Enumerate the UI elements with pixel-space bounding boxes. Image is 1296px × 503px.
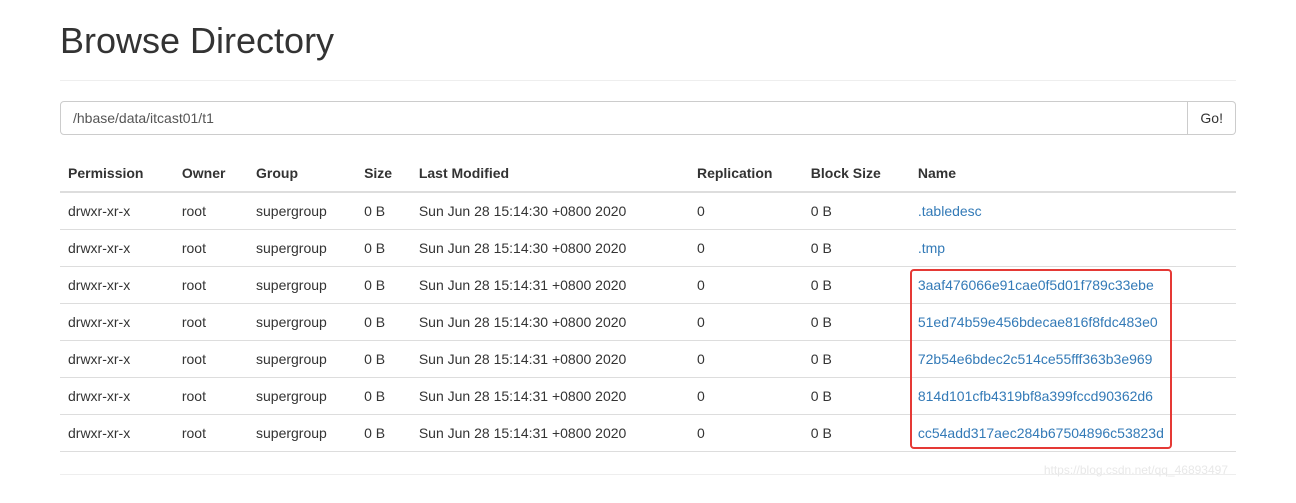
cell-owner: root <box>174 192 248 230</box>
cell-last_modified: Sun Jun 28 15:14:31 +0800 2020 <box>411 341 689 378</box>
cell-replication: 0 <box>689 230 803 267</box>
cell-permission: drwxr-xr-x <box>60 192 174 230</box>
cell-group: supergroup <box>248 304 356 341</box>
cell-owner: root <box>174 267 248 304</box>
cell-name: .tabledesc <box>910 192 1236 230</box>
col-block-size: Block Size <box>803 155 910 192</box>
cell-size: 0 B <box>356 415 411 452</box>
col-last-modified: Last Modified <box>411 155 689 192</box>
cell-last_modified: Sun Jun 28 15:14:31 +0800 2020 <box>411 267 689 304</box>
cell-owner: root <box>174 341 248 378</box>
cell-group: supergroup <box>248 267 356 304</box>
col-replication: Replication <box>689 155 803 192</box>
col-name: Name <box>910 155 1236 192</box>
cell-replication: 0 <box>689 304 803 341</box>
cell-permission: drwxr-xr-x <box>60 341 174 378</box>
cell-block_size: 0 B <box>803 378 910 415</box>
cell-block_size: 0 B <box>803 415 910 452</box>
cell-group: supergroup <box>248 341 356 378</box>
cell-size: 0 B <box>356 304 411 341</box>
cell-block_size: 0 B <box>803 304 910 341</box>
path-input-row: Go! <box>60 101 1236 135</box>
cell-owner: root <box>174 415 248 452</box>
cell-size: 0 B <box>356 267 411 304</box>
table-row: drwxr-xr-xrootsupergroup0 BSun Jun 28 15… <box>60 192 1236 230</box>
go-button[interactable]: Go! <box>1188 101 1236 135</box>
cell-group: supergroup <box>248 192 356 230</box>
cell-last_modified: Sun Jun 28 15:14:30 +0800 2020 <box>411 192 689 230</box>
file-link[interactable]: 51ed74b59e456bdecae816f8fdc483e0 <box>918 314 1158 330</box>
path-input[interactable] <box>60 101 1188 135</box>
cell-name: 814d101cfb4319bf8a399fccd90362d6 <box>910 378 1236 415</box>
cell-size: 0 B <box>356 230 411 267</box>
cell-group: supergroup <box>248 378 356 415</box>
cell-name: 51ed74b59e456bdecae816f8fdc483e0 <box>910 304 1236 341</box>
table-row: drwxr-xr-xrootsupergroup0 BSun Jun 28 15… <box>60 415 1236 452</box>
cell-name: 3aaf476066e91cae0f5d01f789c33ebe <box>910 267 1236 304</box>
cell-last_modified: Sun Jun 28 15:14:30 +0800 2020 <box>411 304 689 341</box>
file-link[interactable]: .tabledesc <box>918 203 982 219</box>
file-link[interactable]: cc54add317aec284b67504896c53823d <box>918 425 1164 441</box>
cell-replication: 0 <box>689 341 803 378</box>
table-wrapper: Permission Owner Group Size Last Modifie… <box>60 155 1236 475</box>
col-size: Size <box>356 155 411 192</box>
cell-block_size: 0 B <box>803 230 910 267</box>
file-link[interactable]: 72b54e6bdec2c514ce55fff363b3e969 <box>918 351 1153 367</box>
file-link[interactable]: .tmp <box>918 240 945 256</box>
cell-permission: drwxr-xr-x <box>60 230 174 267</box>
directory-table: Permission Owner Group Size Last Modifie… <box>60 155 1236 452</box>
table-row: drwxr-xr-xrootsupergroup0 BSun Jun 28 15… <box>60 304 1236 341</box>
divider <box>60 80 1236 81</box>
table-row: drwxr-xr-xrootsupergroup0 BSun Jun 28 15… <box>60 378 1236 415</box>
cell-permission: drwxr-xr-x <box>60 267 174 304</box>
cell-size: 0 B <box>356 192 411 230</box>
cell-block_size: 0 B <box>803 192 910 230</box>
cell-last_modified: Sun Jun 28 15:14:31 +0800 2020 <box>411 415 689 452</box>
cell-permission: drwxr-xr-x <box>60 304 174 341</box>
cell-owner: root <box>174 378 248 415</box>
table-header-row: Permission Owner Group Size Last Modifie… <box>60 155 1236 192</box>
cell-name: 72b54e6bdec2c514ce55fff363b3e969 <box>910 341 1236 378</box>
cell-block_size: 0 B <box>803 267 910 304</box>
file-link[interactable]: 814d101cfb4319bf8a399fccd90362d6 <box>918 388 1153 404</box>
table-row: drwxr-xr-xrootsupergroup0 BSun Jun 28 15… <box>60 341 1236 378</box>
cell-name: .tmp <box>910 230 1236 267</box>
cell-replication: 0 <box>689 267 803 304</box>
cell-group: supergroup <box>248 415 356 452</box>
file-link[interactable]: 3aaf476066e91cae0f5d01f789c33ebe <box>918 277 1154 293</box>
cell-size: 0 B <box>356 378 411 415</box>
cell-size: 0 B <box>356 341 411 378</box>
cell-last_modified: Sun Jun 28 15:14:30 +0800 2020 <box>411 230 689 267</box>
col-group: Group <box>248 155 356 192</box>
cell-group: supergroup <box>248 230 356 267</box>
col-permission: Permission <box>60 155 174 192</box>
divider-bottom <box>60 474 1236 475</box>
cell-name: cc54add317aec284b67504896c53823d <box>910 415 1236 452</box>
cell-owner: root <box>174 304 248 341</box>
page-title: Browse Directory <box>60 20 1236 62</box>
cell-last_modified: Sun Jun 28 15:14:31 +0800 2020 <box>411 378 689 415</box>
cell-permission: drwxr-xr-x <box>60 378 174 415</box>
col-owner: Owner <box>174 155 248 192</box>
cell-replication: 0 <box>689 378 803 415</box>
cell-block_size: 0 B <box>803 341 910 378</box>
cell-replication: 0 <box>689 415 803 452</box>
cell-replication: 0 <box>689 192 803 230</box>
cell-owner: root <box>174 230 248 267</box>
cell-permission: drwxr-xr-x <box>60 415 174 452</box>
table-row: drwxr-xr-xrootsupergroup0 BSun Jun 28 15… <box>60 230 1236 267</box>
table-row: drwxr-xr-xrootsupergroup0 BSun Jun 28 15… <box>60 267 1236 304</box>
